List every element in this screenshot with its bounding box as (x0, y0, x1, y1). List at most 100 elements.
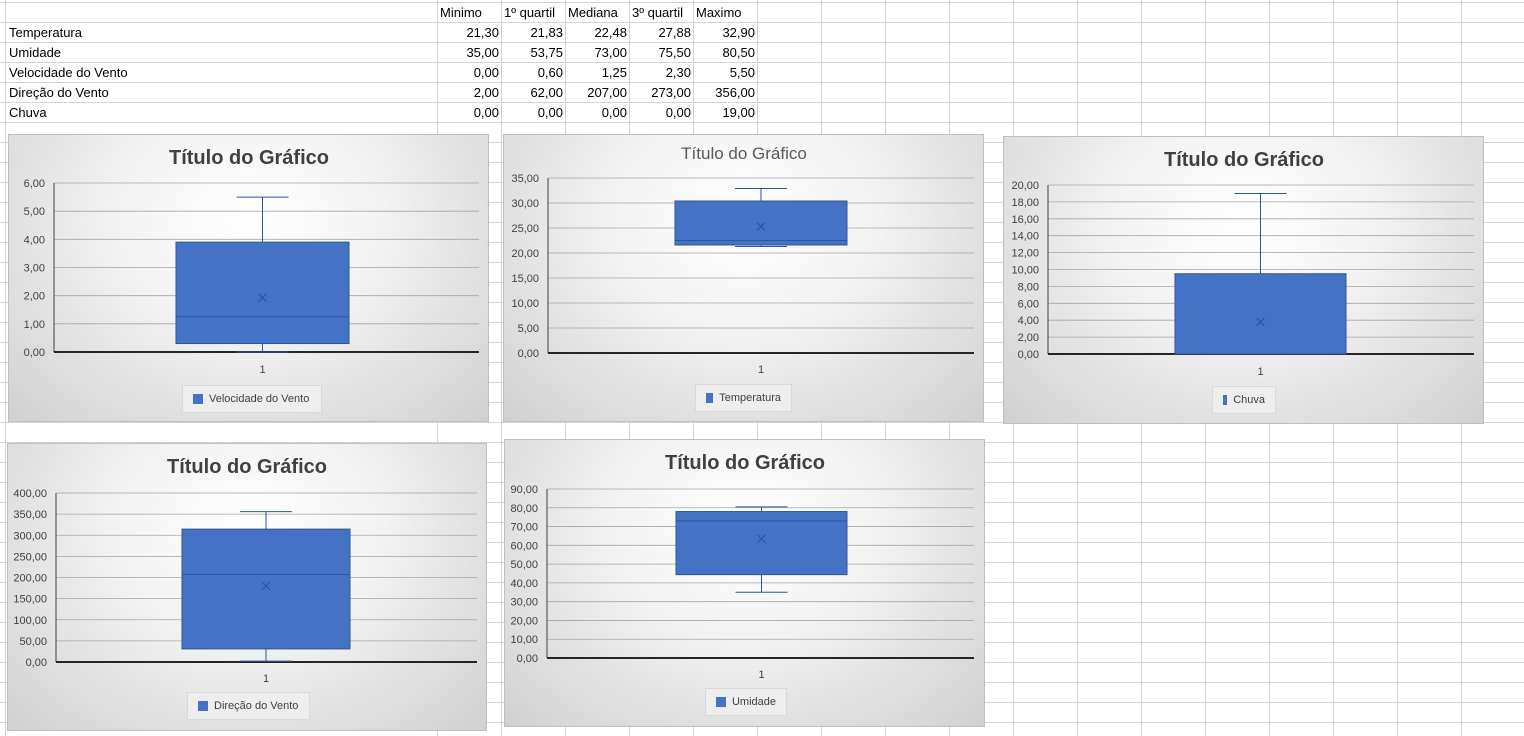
cell-value[interactable]: 73,00 (566, 43, 627, 63)
cell-value[interactable]: 19,00 (694, 103, 755, 123)
cell-value[interactable]: 21,30 (438, 23, 499, 43)
cell-value[interactable]: 22,48 (566, 23, 627, 43)
y-tick-label: 20,00 (510, 615, 538, 627)
cell-value[interactable]: 2,30 (630, 63, 691, 83)
chart-umidade[interactable]: Título do Gráfico 0,00 10,00 20,00 30,00 40,0… (504, 439, 985, 727)
y-tick-label: 5,00 (518, 323, 539, 335)
cell-value[interactable]: 0,00 (566, 103, 627, 123)
chart-direcao-do-vento[interactable]: Título do Gráfico 0,00 50,00 100,00 150,00 20… (7, 443, 487, 731)
legend-swatch (193, 394, 203, 404)
legend-swatch (198, 701, 208, 711)
chart-velocidade-do-vento[interactable]: Título do Gráfico 0,00 1,00 2,00 3,00 4,00 5,0… (8, 134, 489, 422)
cell-value[interactable]: 62,00 (502, 83, 563, 103)
y-tick-label: 50,00 (510, 559, 538, 571)
box-iqr (1174, 273, 1347, 355)
x-tick-label: 1 (263, 673, 269, 685)
row-label-velocidade-do-vento[interactable]: Velocidade do Vento (9, 63, 128, 83)
y-tick-label: 300,00 (13, 530, 47, 542)
chart-title: Título do Gráfico (169, 147, 329, 169)
cell-value[interactable]: 0,00 (502, 103, 563, 123)
cell-value[interactable]: 27,88 (630, 23, 691, 43)
cell-value[interactable]: 80,50 (694, 43, 755, 63)
box-iqr (181, 528, 351, 650)
x-tick-label: 1 (259, 364, 265, 376)
y-tick-label: 2,00 (1018, 332, 1039, 344)
row-label-temperatura[interactable]: Temperatura (9, 23, 82, 43)
chart-svg: Título do Gráfico 0,00 2,00 4,00 6,00 8,00 10,… (1011, 149, 1474, 378)
y-tick-label: 4,00 (24, 234, 45, 246)
y-tick-label: 14,00 (1011, 231, 1039, 243)
y-tick-label: 8,00 (1018, 281, 1039, 293)
y-tick-label: 400,00 (13, 488, 47, 500)
y-tick-label: 250,00 (13, 551, 47, 563)
cell-value[interactable]: 21,83 (502, 23, 563, 43)
chart-legend[interactable]: Temperatura (695, 384, 792, 412)
legend-swatch (706, 393, 714, 403)
box-iqr (674, 200, 848, 246)
cell-value[interactable]: 0,60 (502, 63, 563, 83)
cell-value[interactable]: 5,50 (694, 63, 755, 83)
chart-svg: Título do Gráfico 0,00 5,00 10,00 15,00 20,00… (511, 144, 974, 376)
header-mediana[interactable]: Mediana (568, 3, 628, 23)
y-tick-label: 30,00 (510, 597, 538, 609)
cell-value[interactable]: 0,00 (438, 63, 499, 83)
y-tick-label: 2,00 (24, 291, 45, 303)
x-tick-label: 1 (1257, 366, 1263, 378)
row-label-chuva[interactable]: Chuva (9, 103, 47, 123)
cell-value[interactable]: 0,00 (630, 103, 691, 123)
header-q3[interactable]: 3º quartil (632, 3, 692, 23)
cell-value[interactable]: 356,00 (694, 83, 755, 103)
chart-legend[interactable]: Chuva (1212, 386, 1276, 414)
spreadsheet-grid[interactable]: Minimo 1º quartil Mediana 3º quartil Max… (0, 0, 1524, 736)
header-maximo[interactable]: Maximo (696, 3, 756, 23)
header-q1[interactable]: 1º quartil (504, 3, 564, 23)
chart-legend[interactable]: Umidade (705, 688, 787, 716)
y-tick-label: 10,00 (1011, 265, 1039, 277)
legend-label: Umidade (731, 696, 776, 708)
y-tick-label: 80,00 (510, 503, 538, 515)
y-tick-label: 70,00 (510, 522, 538, 534)
y-tick-label: 35,00 (511, 173, 539, 185)
chart-chuva[interactable]: Título do Gráfico 0,00 2,00 4,00 6,00 8,00 10,… (1003, 136, 1484, 424)
y-tick-label: 50,00 (19, 636, 47, 648)
y-tick-label: 0,00 (517, 653, 538, 665)
box-iqr (175, 241, 350, 345)
cell-value[interactable]: 1,25 (566, 63, 627, 83)
y-tick-label: 0,00 (26, 657, 47, 669)
y-tick-label: 16,00 (1011, 214, 1039, 226)
y-tick-label: 200,00 (13, 573, 47, 585)
chart-title: Título do Gráfico (681, 144, 807, 163)
chart-legend[interactable]: Direção do Vento (187, 692, 310, 720)
y-tick-label: 60,00 (510, 540, 538, 552)
y-tick-label: 1,00 (24, 319, 45, 331)
legend-swatch (1223, 395, 1228, 405)
y-tick-label: 0,00 (1018, 349, 1039, 361)
chart-temperatura[interactable]: Título do Gráfico 0,00 5,00 10,00 15,00 20,00… (503, 134, 984, 422)
chart-title: Título do Gráfico (1164, 149, 1324, 171)
y-tick-label: 6,00 (24, 178, 45, 190)
cell-value[interactable]: 35,00 (438, 43, 499, 63)
row-label-direcao-do-vento[interactable]: Direção do Vento (9, 83, 109, 103)
y-tick-label: 40,00 (510, 578, 538, 590)
cell-value[interactable]: 53,75 (502, 43, 563, 63)
cell-value[interactable]: 75,50 (630, 43, 691, 63)
y-tick-label: 15,00 (511, 273, 539, 285)
cell-value[interactable]: 273,00 (630, 83, 691, 103)
chart-title: Título do Gráfico (167, 456, 327, 478)
cell-value[interactable]: 2,00 (438, 83, 499, 103)
row-label-umidade[interactable]: Umidade (9, 43, 61, 63)
legend-label: Direção do Vento (214, 700, 299, 712)
chart-legend[interactable]: Velocidade do Vento (182, 385, 322, 413)
legend-label: Velocidade do Vento (209, 393, 310, 405)
y-tick-label: 5,00 (24, 206, 45, 218)
cell-value[interactable]: 0,00 (438, 103, 499, 123)
cell-value[interactable]: 32,90 (694, 23, 755, 43)
y-tick-label: 90,00 (510, 484, 538, 496)
chart-svg: Título do Gráfico 0,00 50,00 100,00 150,00 20… (13, 456, 477, 685)
y-tick-label: 25,00 (511, 223, 539, 235)
chart-svg: Título do Gráfico 0,00 1,00 2,00 3,00 4,00 5,0… (24, 147, 479, 376)
y-tick-label: 10,00 (510, 634, 538, 646)
y-tick-label: 10,00 (511, 298, 539, 310)
cell-value[interactable]: 207,00 (566, 83, 627, 103)
header-minimo[interactable]: Minimo (440, 3, 500, 23)
